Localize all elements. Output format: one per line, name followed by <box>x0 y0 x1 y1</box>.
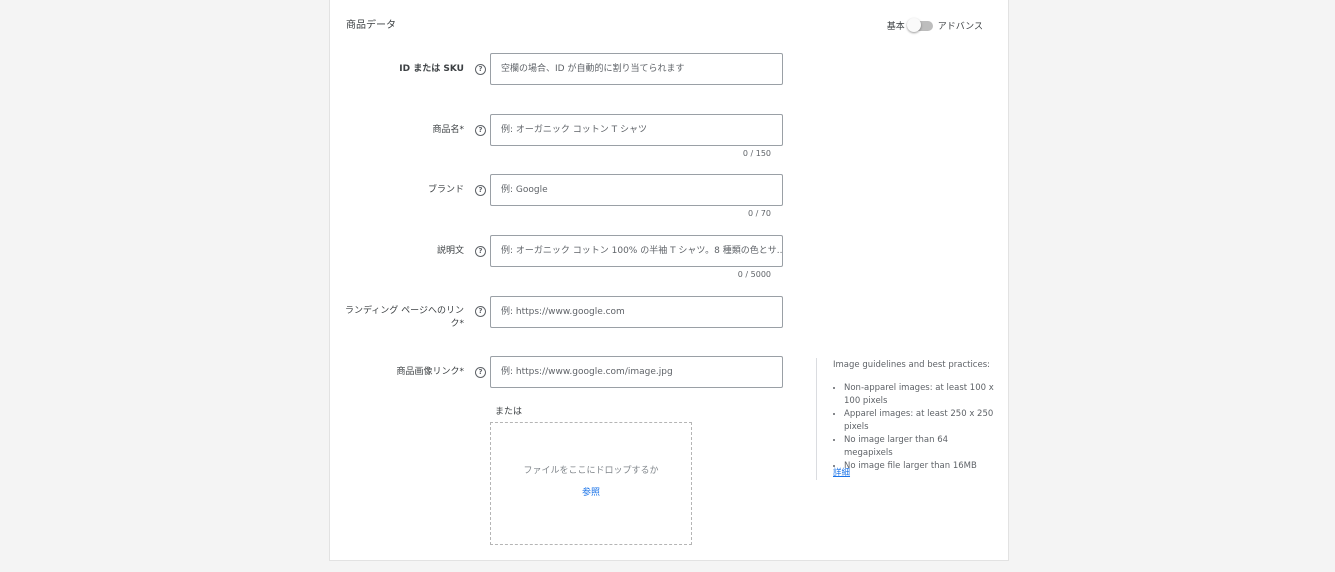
id-sku-label: ID または SKU <box>399 64 464 74</box>
help-icon[interactable]: ? <box>475 185 486 196</box>
help-icon[interactable]: ? <box>475 64 486 75</box>
id-sku-input[interactable]: 空欄の場合、ID が自動的に割り当てられます <box>490 53 783 85</box>
brand-label: ブランド <box>427 185 464 195</box>
drop-text: ファイルをここにドロップするか <box>523 466 659 476</box>
guidelines-list: Non-apparel images: at least 100 x 100 p… <box>833 382 994 473</box>
landing-page-input[interactable]: 例: https://www.google.com <box>490 296 783 328</box>
guideline-item: Apparel images: at least 250 x 250 pixel… <box>844 408 994 434</box>
guideline-item: No image file larger than 16MB <box>844 460 994 473</box>
description-input[interactable]: 例: オーガニック コットン 100% の半袖 T シャツ。8 種類の色とサ..… <box>490 235 783 267</box>
mode-switch[interactable] <box>906 18 933 32</box>
advanced-mode-label: アドバンス <box>937 22 983 32</box>
guidelines-title: Image guidelines and best practices: <box>833 360 991 370</box>
help-icon[interactable]: ? <box>475 306 486 317</box>
basic-mode-label: 基本 <box>886 22 905 32</box>
description-counter: 0 / 5000 <box>737 270 771 279</box>
file-dropzone[interactable]: ファイルをここにドロップするか 参照 <box>490 422 692 545</box>
help-icon[interactable]: ? <box>475 367 486 378</box>
image-guidelines: Image guidelines and best practices: Non… <box>816 358 994 480</box>
landing-page-label: ランディング ページへのリンク* <box>344 306 464 329</box>
help-icon[interactable]: ? <box>475 125 486 136</box>
guideline-item: Non-apparel images: at least 100 x 100 p… <box>844 382 994 408</box>
help-icon[interactable]: ? <box>475 246 486 257</box>
brand-input[interactable]: 例: Google <box>490 174 783 206</box>
image-link-input[interactable]: 例: https://www.google.com/image.jpg <box>490 356 783 388</box>
guideline-item: No image larger than 64 megapixels <box>844 434 994 460</box>
brand-counter: 0 / 70 <box>747 209 771 218</box>
switch-knob[interactable] <box>906 18 921 32</box>
product-name-counter: 0 / 150 <box>742 149 771 158</box>
image-link-label: 商品画像リンク* <box>396 367 464 377</box>
browse-link[interactable]: 参照 <box>582 485 600 498</box>
mode-toggle: 基本 アドバンス <box>886 18 983 32</box>
or-text: または <box>495 407 523 417</box>
product-name-label: 商品名* <box>432 125 464 135</box>
description-label: 説明文 <box>436 246 464 256</box>
details-link[interactable]: 詳細 <box>833 466 850 478</box>
product-data-card: 商品データ 基本 アドバンス ID または SKU ? 空欄の場合、ID が自動… <box>329 0 1009 561</box>
section-title: 商品データ <box>346 20 396 31</box>
product-name-input[interactable]: 例: オーガニック コットン T シャツ <box>490 114 783 146</box>
